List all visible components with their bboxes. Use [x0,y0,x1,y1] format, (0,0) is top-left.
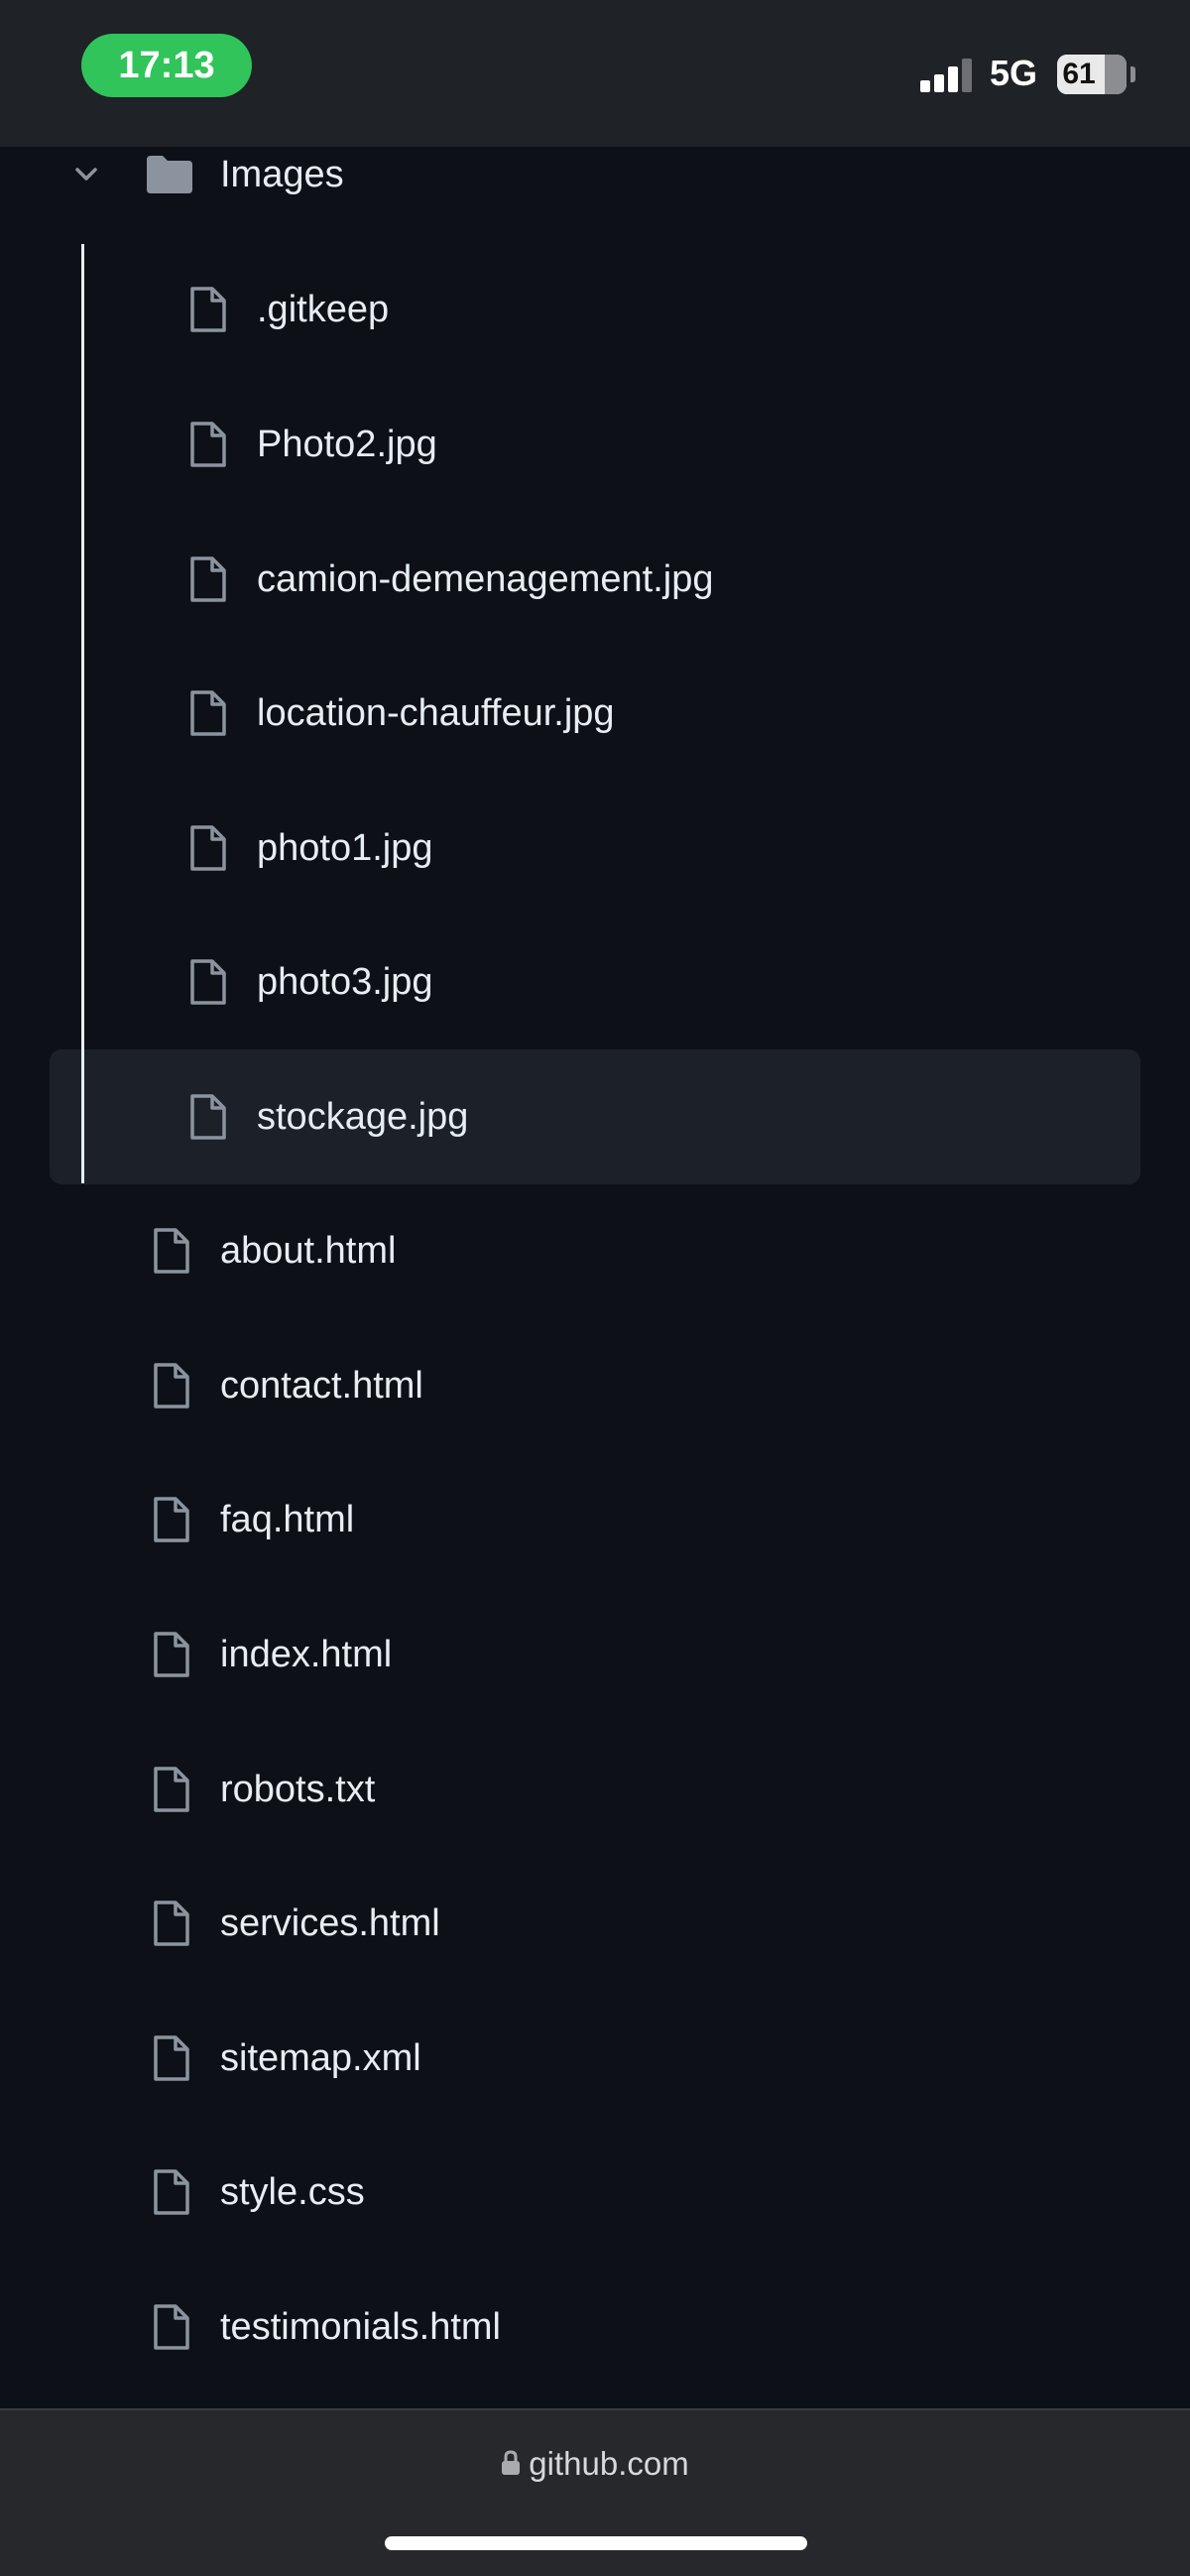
file-icon [154,2304,189,2350]
file-icon [154,2169,189,2215]
lock-icon [502,2450,521,2476]
file-name: testimonials.html [220,2306,501,2348]
tree-file[interactable]: robots.txt [0,1722,1190,1857]
file-icon [154,2035,189,2081]
url-display[interactable]: github.com [0,2442,1190,2486]
file-name: about.html [220,1230,397,1272]
signal-icon [920,57,976,92]
url-text: github.com [529,2445,689,2482]
file-icon [190,556,226,602]
tree-file[interactable]: testimonials.html [0,2260,1190,2394]
file-icon [154,1228,189,1274]
file-icon [154,1632,189,1677]
tree-file[interactable]: index.html [0,1587,1190,1722]
screen: 17:13 5G 61 Images .gitkeep Photo2.jpg c… [0,0,1190,2576]
home-indicator[interactable] [385,2536,807,2550]
file-name: robots.txt [220,1769,376,1810]
tree-file[interactable]: faq.html [0,1452,1190,1587]
tree-file[interactable]: style.css [0,2125,1190,2260]
file-icon [154,1767,189,1812]
file-name: location-chauffeur.jpg [257,692,615,734]
file-icon [154,1497,189,1542]
battery-nub [1130,66,1135,82]
tree-file[interactable]: photo3.jpg [0,915,1190,1049]
file-icon [154,1901,189,1946]
file-name: faq.html [220,1499,355,1540]
battery-level: 61 [1057,55,1101,94]
battery-icon: 61 [1057,55,1127,94]
tree-file[interactable]: camion-demenagement.jpg [0,512,1190,647]
file-name: sitemap.xml [220,2037,421,2079]
tree-file[interactable]: services.html [0,1856,1190,1991]
file-name: contact.html [220,1365,423,1407]
file-name: services.html [220,1902,440,1944]
file-name: photo1.jpg [257,827,433,869]
status-time: 17:13 [81,34,252,97]
file-icon [190,825,226,871]
tree-file[interactable]: contact.html [0,1318,1190,1453]
tree-file[interactable]: Photo2.jpg [0,377,1190,512]
file-icon [154,1363,189,1409]
file-icon [190,422,226,467]
folder-icon [147,156,192,193]
tree-file[interactable]: sitemap.xml [0,1991,1190,2126]
tree-file-selected[interactable]: stockage.jpg [0,1049,1190,1184]
tree-file[interactable]: photo1.jpg [0,781,1190,916]
file-name: style.css [220,2171,365,2213]
tree-file[interactable]: location-chauffeur.jpg [0,646,1190,781]
tree-folder-images[interactable]: Images [0,107,1190,242]
file-name: index.html [220,1634,393,1675]
chevron-down-icon[interactable] [69,158,103,191]
file-name: .gitkeep [257,289,390,330]
folder-name: Images [220,154,344,195]
file-name: camion-demenagement.jpg [257,558,714,600]
tree-file[interactable]: about.html [0,1183,1190,1318]
file-name: stockage.jpg [257,1096,469,1138]
file-icon [190,690,226,736]
network-type: 5G [990,53,1038,93]
tree-file[interactable]: .gitkeep [0,242,1190,377]
file-icon [190,287,226,332]
file-name: photo3.jpg [257,961,433,1003]
file-icon [190,959,226,1005]
file-name: Photo2.jpg [257,424,437,465]
file-icon [190,1094,226,1140]
browser-address-bar[interactable]: github.com [0,2408,1190,2576]
